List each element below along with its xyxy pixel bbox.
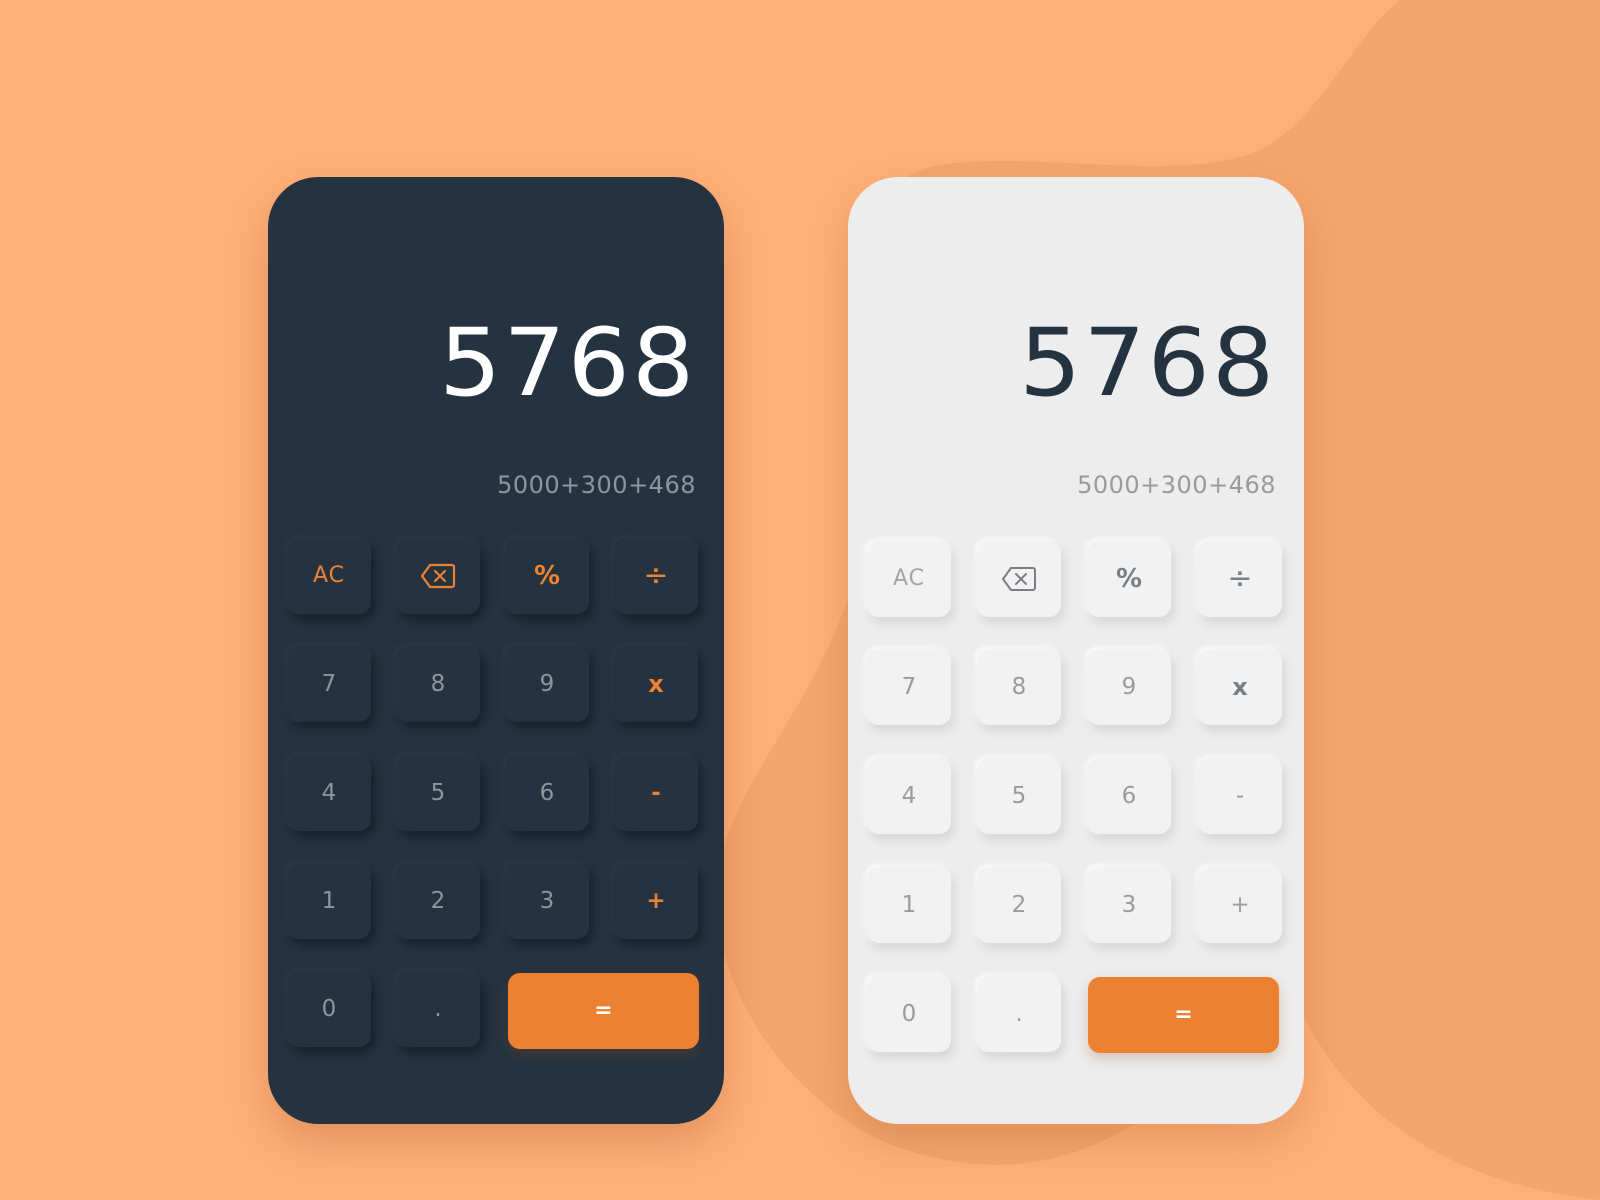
clear-label: AC [892, 566, 926, 591]
plus-button[interactable]: + [1198, 867, 1282, 943]
digit-label: 4 [321, 779, 337, 806]
digit-label: 1 [901, 891, 917, 918]
light-calculator: 5768 5000+300+468 AC % ÷ 7 8 9 x 4 5 6 -… [848, 177, 1304, 1124]
divide-label: ÷ [1227, 561, 1253, 596]
digit-label: 6 [1121, 782, 1137, 809]
minus-button[interactable]: - [614, 755, 698, 831]
divide-label: ÷ [643, 558, 669, 593]
divide-button[interactable]: ÷ [1198, 541, 1282, 617]
minus-label: - [651, 779, 661, 806]
digit-9-button[interactable]: 9 [1087, 649, 1171, 725]
digit-0-button[interactable]: 0 [867, 976, 951, 1052]
digit-label: 0 [321, 995, 337, 1022]
digit-label: 2 [1011, 891, 1027, 918]
percent-label: % [1115, 564, 1143, 594]
digit-5-button[interactable]: 5 [396, 755, 480, 831]
divide-button[interactable]: ÷ [614, 538, 698, 614]
expression-value: 5000+300+468 [1077, 471, 1276, 499]
digit-label: 9 [539, 670, 555, 697]
backspace-button[interactable] [977, 541, 1061, 617]
decimal-button[interactable]: . [396, 971, 480, 1047]
minus-button[interactable]: - [1198, 758, 1282, 834]
digit-2-button[interactable]: 2 [977, 867, 1061, 943]
digit-6-button[interactable]: 6 [1087, 758, 1171, 834]
digit-7-button[interactable]: 7 [867, 649, 951, 725]
equals-button[interactable]: = [1088, 977, 1279, 1053]
digit-0-button[interactable]: 0 [287, 971, 371, 1047]
digit-2-button[interactable]: 2 [396, 863, 480, 939]
digit-9-button[interactable]: 9 [505, 646, 589, 722]
backspace-button[interactable] [396, 538, 480, 614]
digit-5-button[interactable]: 5 [977, 758, 1061, 834]
decimal-button[interactable]: . [977, 976, 1061, 1052]
dark-calculator: 5768 5000+300+468 AC % ÷ 7 8 9 x 4 5 6 -… [268, 177, 724, 1124]
minus-label: - [1235, 782, 1245, 809]
plus-button[interactable]: + [614, 863, 698, 939]
clear-button[interactable]: AC [287, 538, 371, 614]
digit-label: 1 [321, 887, 337, 914]
plus-label: + [1230, 891, 1250, 918]
multiply-label: x [1232, 673, 1248, 701]
digit-label: 7 [901, 673, 917, 700]
digit-label: 3 [1121, 891, 1137, 918]
digit-label: 3 [539, 887, 555, 914]
equals-label: = [1174, 1002, 1193, 1027]
digit-8-button[interactable]: 8 [977, 649, 1061, 725]
digit-1-button[interactable]: 1 [867, 867, 951, 943]
expression-value: 5000+300+468 [497, 471, 696, 499]
backspace-icon [1001, 566, 1037, 592]
plus-label: + [646, 887, 666, 914]
decimal-label: . [1015, 1000, 1023, 1027]
digit-label: 0 [901, 1000, 917, 1027]
multiply-label: x [648, 670, 664, 698]
digit-label: 5 [430, 779, 446, 806]
digit-label: 8 [1011, 673, 1027, 700]
backspace-icon [420, 563, 456, 589]
digit-label: 9 [1121, 673, 1137, 700]
decimal-label: . [434, 995, 442, 1022]
digit-7-button[interactable]: 7 [287, 646, 371, 722]
digit-4-button[interactable]: 4 [287, 755, 371, 831]
background-blob [716, 0, 1600, 1200]
digit-label: 2 [430, 887, 446, 914]
digit-label: 8 [430, 670, 446, 697]
digit-4-button[interactable]: 4 [867, 758, 951, 834]
percent-label: % [533, 561, 561, 591]
multiply-button[interactable]: x [1198, 649, 1282, 725]
equals-label: = [594, 998, 613, 1023]
digit-6-button[interactable]: 6 [505, 755, 589, 831]
clear-label: AC [312, 563, 346, 588]
digit-label: 7 [321, 670, 337, 697]
result-value: 5768 [438, 309, 696, 418]
percent-button[interactable]: % [505, 538, 589, 614]
percent-button[interactable]: % [1087, 541, 1171, 617]
digit-3-button[interactable]: 3 [1087, 867, 1171, 943]
digit-label: 6 [539, 779, 555, 806]
digit-3-button[interactable]: 3 [505, 863, 589, 939]
equals-button[interactable]: = [508, 973, 699, 1049]
digit-8-button[interactable]: 8 [396, 646, 480, 722]
result-value: 5768 [1018, 309, 1276, 418]
multiply-button[interactable]: x [614, 646, 698, 722]
digit-1-button[interactable]: 1 [287, 863, 371, 939]
clear-button[interactable]: AC [867, 541, 951, 617]
digit-label: 5 [1011, 782, 1027, 809]
digit-label: 4 [901, 782, 917, 809]
